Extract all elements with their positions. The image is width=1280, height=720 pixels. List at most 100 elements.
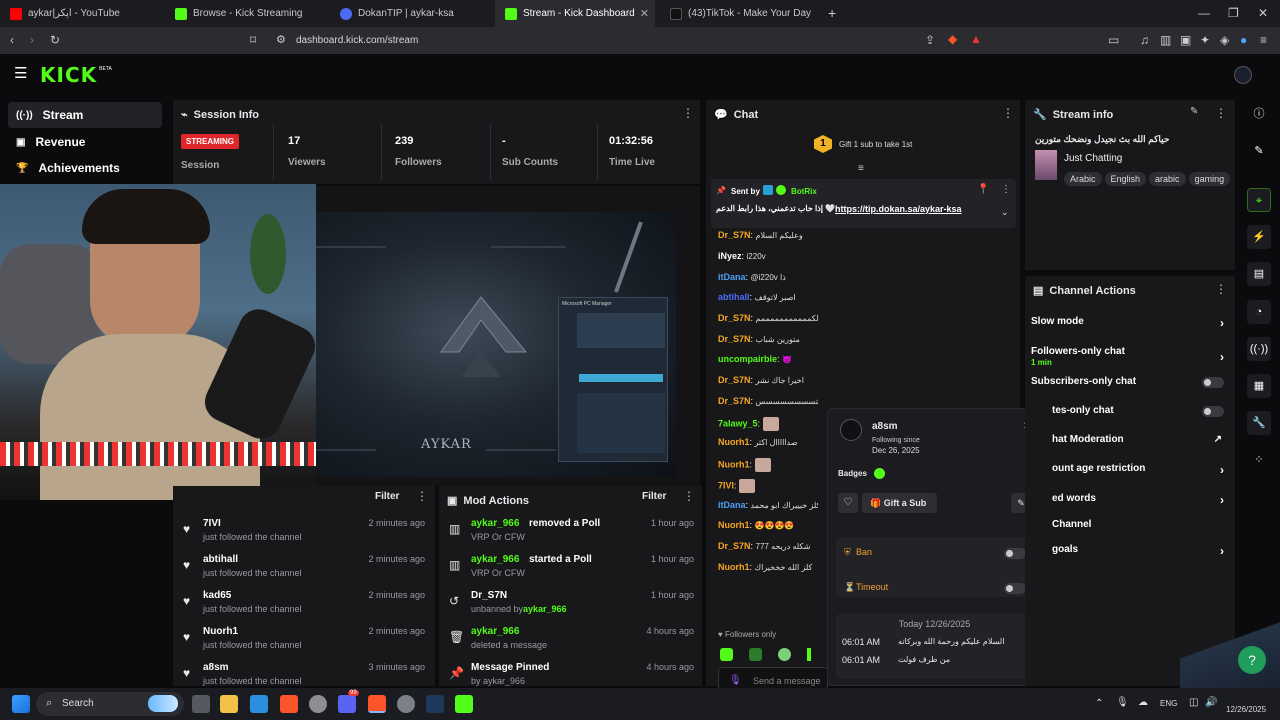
volume-icon[interactable]: 🔊 xyxy=(1205,697,1217,708)
steam-icon[interactable] xyxy=(426,695,444,713)
chevron-down-icon[interactable]: ⌄ xyxy=(1001,207,1009,218)
emote-icon[interactable] xyxy=(778,648,791,661)
chat-username[interactable]: Dr_S7N xyxy=(718,541,751,551)
more-options-icon[interactable]: ⋮ xyxy=(1215,282,1227,296)
chat-username[interactable]: 7IVI xyxy=(718,480,734,490)
mod-user[interactable]: aykar_966 xyxy=(471,518,519,529)
more-options-icon[interactable]: ⋮ xyxy=(1001,184,1011,195)
channel-action-item[interactable]: ount age restriction › xyxy=(1052,463,1228,483)
brave-active-icon[interactable] xyxy=(368,695,386,713)
event-username[interactable]: a8sm xyxy=(203,662,229,673)
tag[interactable]: English xyxy=(1104,172,1147,186)
toggle-switch[interactable] xyxy=(1202,406,1224,417)
channel-action-item[interactable]: Followers-only chat 1 min › xyxy=(1031,346,1228,367)
apps-icon[interactable]: ⁘ xyxy=(1247,448,1271,472)
close-icon[interactable]: ✕ xyxy=(640,7,649,20)
wallet-icon[interactable]: ▣ xyxy=(1180,34,1191,46)
chat-username[interactable]: Nuorh1 xyxy=(718,437,750,447)
ban-toggle[interactable] xyxy=(1004,548,1026,559)
edit-icon[interactable]: ✎ xyxy=(1190,106,1198,117)
more-options-icon[interactable]: ⋮ xyxy=(682,106,694,120)
user-card-username[interactable]: a8sm xyxy=(872,421,898,432)
pinned-sender[interactable]: BotRix xyxy=(791,187,817,196)
taskbar-search[interactable]: ⌕ Search xyxy=(36,692,184,716)
edit-icon[interactable]: ✎ xyxy=(1247,139,1271,163)
vpn-icon[interactable]: ◈ xyxy=(1220,34,1229,46)
help-chat-button[interactable]: ? xyxy=(1238,646,1266,674)
chat-username[interactable]: iNyez xyxy=(718,251,742,261)
menu-icon[interactable]: ≡ xyxy=(1260,34,1267,46)
chat-username[interactable]: Dr_S7N xyxy=(718,313,751,323)
info-icon[interactable]: ⓘ xyxy=(1247,102,1271,126)
chat-username[interactable]: Dr_S7N xyxy=(718,334,751,344)
kick-logo[interactable]: KICK BETA xyxy=(40,63,112,87)
mic-icon[interactable]: 🎙 xyxy=(1116,697,1129,708)
file-explorer-icon[interactable] xyxy=(220,695,238,713)
chat-username[interactable]: Nuorh1 xyxy=(718,562,750,572)
pinned-link[interactable]: https://tip.dokan.sa/aykar-ksa xyxy=(835,204,962,214)
brave-shield-icon[interactable]: ◆ xyxy=(948,33,957,45)
brave-icon[interactable] xyxy=(280,695,298,713)
onedrive-icon[interactable]: ☁ xyxy=(1138,697,1148,708)
event-username[interactable]: kad65 xyxy=(203,590,231,601)
channel-action-item[interactable]: Slow mode › xyxy=(1031,316,1228,336)
taskbar-date[interactable]: 12/26/2025 xyxy=(1226,705,1266,714)
channel-action-item[interactable]: goals › xyxy=(1052,544,1228,564)
leo-icon[interactable]: ✦ xyxy=(1200,34,1210,46)
forward-icon[interactable]: › xyxy=(30,34,34,46)
bookmark-icon[interactable]: ⌑ xyxy=(250,34,256,46)
event-username[interactable]: 7IVI xyxy=(203,518,221,529)
category-thumbnail[interactable] xyxy=(1035,150,1057,180)
browser-tab[interactable]: DokanTIP | aykar-ksa xyxy=(330,0,495,27)
category-name[interactable]: Just Chatting xyxy=(1064,153,1122,164)
share-icon[interactable]: ⇪ xyxy=(925,34,935,46)
more-options-icon[interactable]: ⋮ xyxy=(1002,106,1014,120)
mod-user[interactable]: aykar_966 xyxy=(471,626,519,637)
github-icon[interactable] xyxy=(309,695,327,713)
event-username[interactable]: abtihall xyxy=(203,554,238,565)
mic-icon[interactable]: 🎙 xyxy=(729,675,742,686)
timeout-toggle[interactable] xyxy=(1004,583,1026,594)
channel-action-item[interactable]: tes-only chat xyxy=(1052,405,1228,425)
site-info-icon[interactable]: ⚙ xyxy=(276,34,286,46)
channel-action-item[interactable]: Subscribers-only chat xyxy=(1031,376,1228,396)
channel-action-item[interactable]: Channel xyxy=(1052,519,1228,539)
broadcast-icon[interactable]: ((·)) xyxy=(1247,337,1271,361)
network-icon[interactable]: ◫ xyxy=(1189,697,1198,708)
nav-revenue[interactable]: ▣ Revenue xyxy=(8,129,162,155)
filter-button[interactable]: Filter xyxy=(375,491,399,502)
collapse-icon[interactable]: ≡ xyxy=(858,163,864,174)
minimize-icon[interactable]: — xyxy=(1198,7,1210,19)
hamburger-icon[interactable]: ☰ xyxy=(14,66,27,81)
channel-action-item[interactable]: hat Moderation ↗ xyxy=(1052,434,1228,454)
chat-username[interactable]: Nuorh1 xyxy=(718,520,750,530)
gift-leaderboard-text[interactable]: Gift 1 sub to take 1st xyxy=(839,140,912,149)
wrench-icon[interactable]: 🔧 xyxy=(1247,411,1271,435)
lightning-icon[interactable]: ⚡ xyxy=(1247,225,1271,249)
mod-user[interactable]: Message Pinned xyxy=(471,662,549,673)
chat-username[interactable]: Dr_S7N xyxy=(718,230,751,240)
discord-icon[interactable]: 99 xyxy=(338,690,359,713)
browser-tab[interactable]: aykar|ايكر - YouTube xyxy=(0,0,165,27)
reload-icon[interactable]: ↻ xyxy=(50,34,60,46)
toggle-switch[interactable] xyxy=(1202,377,1224,388)
sidebar-icon[interactable]: ▥ xyxy=(1160,34,1171,46)
chat-username[interactable]: uncompairble xyxy=(718,354,777,364)
tag[interactable]: Arabic xyxy=(1064,172,1102,186)
browser-tab[interactable]: Browse - Kick Streaming xyxy=(165,0,330,27)
emote-icon[interactable] xyxy=(807,648,811,661)
gift-sub-button[interactable]: 🎁 Gift a Sub xyxy=(862,493,937,513)
nav-achievements[interactable]: 🏆 Achievements xyxy=(8,155,162,181)
profile-icon[interactable]: ● xyxy=(1240,34,1247,46)
mod-user[interactable]: aykar_966 xyxy=(471,554,519,565)
window-close-icon[interactable]: ✕ xyxy=(1258,7,1268,19)
emote-icon[interactable] xyxy=(720,648,733,661)
chat-username[interactable]: abtihall xyxy=(718,292,750,302)
chat-username[interactable]: Nuorh1 xyxy=(718,459,750,469)
tag[interactable]: gaming xyxy=(1188,172,1231,186)
chat-username[interactable]: Dr_S7N xyxy=(718,396,751,406)
chat-username[interactable]: Dr_S7N xyxy=(718,375,751,385)
focus-icon[interactable]: ⌖ xyxy=(1247,188,1271,212)
url-field[interactable]: ⚙ dashboard.kick.com/stream xyxy=(270,31,990,50)
back-icon[interactable]: ‹ xyxy=(10,34,14,46)
